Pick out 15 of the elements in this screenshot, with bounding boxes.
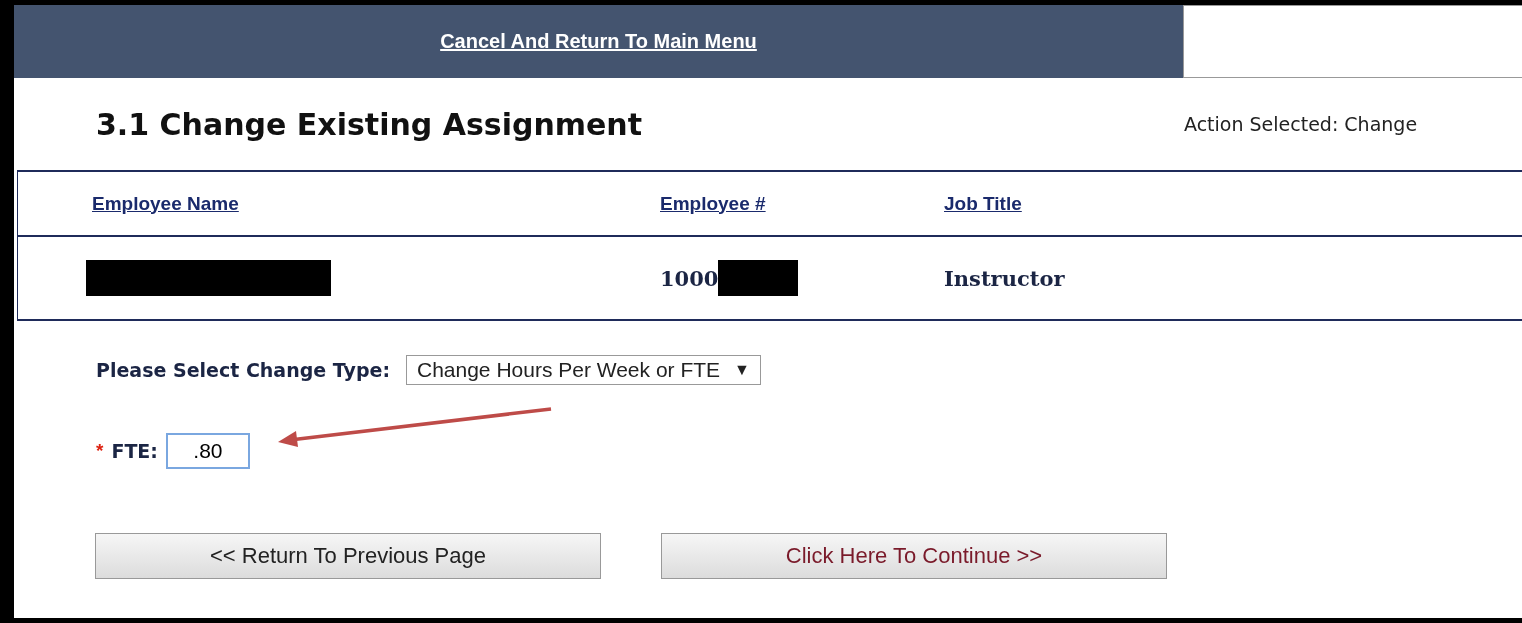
fte-label: FTE: [111, 440, 158, 462]
back-button[interactable]: << Return To Previous Page [95, 533, 601, 579]
column-header-link[interactable]: Job Title [944, 192, 1022, 215]
job-title: Instructor [944, 265, 1065, 291]
change-type-dropdown[interactable]: Change Hours Per Week or FTE ▼ [406, 355, 761, 385]
action-selected-text: Action Selected: Change [1184, 113, 1418, 135]
continue-button[interactable]: Click Here To Continue >> [661, 533, 1167, 579]
required-mark: * [96, 440, 104, 462]
column-header-link[interactable]: Employee # [660, 192, 944, 215]
page-title: 3.1 Change Existing Assignment [96, 106, 644, 142]
cancel-link[interactable]: Cancel And Return To Main Menu [440, 30, 757, 53]
change-type-label: Please Select Change Type: [96, 359, 390, 381]
employee-number: 1000 [660, 265, 719, 291]
column-header-link[interactable]: Employee Name [18, 192, 660, 215]
fte-input[interactable]: .80 [165, 433, 250, 469]
